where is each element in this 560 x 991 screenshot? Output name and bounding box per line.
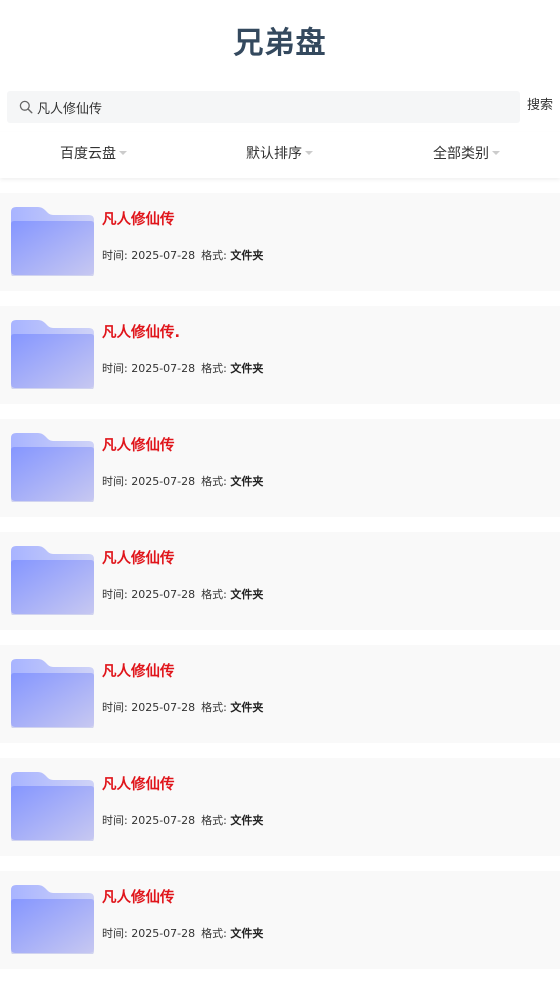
time-label: 时间: xyxy=(102,475,128,488)
format-value: 文件夹 xyxy=(230,588,264,601)
time-value: 2025-07-28 xyxy=(131,814,196,827)
format-label: 格式: xyxy=(201,362,227,375)
caret-down-icon xyxy=(119,151,127,155)
page-title: 兄弟盘 xyxy=(233,26,327,61)
search-bar: 搜索 xyxy=(7,91,560,123)
filter-bar: 百度云盘 默认排序 全部类别 xyxy=(0,132,560,178)
time-label: 时间: xyxy=(102,927,128,940)
item-meta: 时间: 2025-07-28 格式: 文件夹 xyxy=(102,699,263,715)
search-button[interactable]: 搜索 xyxy=(527,91,553,123)
format-label: 格式: xyxy=(201,814,227,827)
list-item[interactable]: 凡人修仙传 时间: 2025-07-28 格式: 文件夹 xyxy=(0,193,560,291)
list-item[interactable]: 凡人修仙传. 时间: 2025-07-28 格式: 文件夹 xyxy=(0,306,560,404)
caret-down-icon xyxy=(492,151,500,155)
folder-icon xyxy=(11,772,94,841)
list-item[interactable]: 凡人修仙传 时间: 2025-07-28 格式: 文件夹 xyxy=(0,758,560,856)
format-value: 文件夹 xyxy=(230,927,264,940)
item-title[interactable]: 凡人修仙传 xyxy=(102,773,175,794)
result-list: 凡人修仙传 时间: 2025-07-28 格式: 文件夹 凡人修仙传. 时间: … xyxy=(0,193,560,984)
format-value: 文件夹 xyxy=(230,814,264,827)
filter-category[interactable]: 全部类别 xyxy=(373,132,560,178)
time-label: 时间: xyxy=(102,814,128,827)
filter-category-label: 全部类别 xyxy=(433,146,489,162)
filter-sort[interactable]: 默认排序 xyxy=(186,132,373,178)
format-value: 文件夹 xyxy=(230,475,264,488)
filter-netdisk[interactable]: 百度云盘 xyxy=(0,132,187,178)
item-title[interactable]: 凡人修仙传 xyxy=(102,886,175,907)
time-value: 2025-07-28 xyxy=(131,701,196,714)
list-item[interactable]: 凡人修仙传 时间: 2025-07-28 格式: 文件夹 xyxy=(0,871,560,969)
list-item[interactable]: 凡人修仙传 时间: 2025-07-28 格式: 文件夹 xyxy=(0,419,560,517)
item-meta: 时间: 2025-07-28 格式: 文件夹 xyxy=(102,473,263,489)
item-meta: 时间: 2025-07-28 格式: 文件夹 xyxy=(102,360,263,376)
item-title[interactable]: 凡人修仙传 xyxy=(102,434,175,455)
search-icon xyxy=(19,100,33,114)
time-value: 2025-07-28 xyxy=(131,927,196,940)
search-input[interactable] xyxy=(37,91,507,123)
format-label: 格式: xyxy=(201,249,227,262)
time-value: 2025-07-28 xyxy=(131,249,196,262)
item-meta: 时间: 2025-07-28 格式: 文件夹 xyxy=(102,925,263,941)
format-label: 格式: xyxy=(201,588,227,601)
time-value: 2025-07-28 xyxy=(131,475,196,488)
folder-icon xyxy=(11,659,94,728)
item-title[interactable]: 凡人修仙传 xyxy=(102,208,175,229)
time-value: 2025-07-28 xyxy=(131,362,196,375)
item-meta: 时间: 2025-07-28 格式: 文件夹 xyxy=(102,586,263,602)
format-value: 文件夹 xyxy=(230,249,264,262)
format-label: 格式: xyxy=(201,475,227,488)
time-label: 时间: xyxy=(102,362,128,375)
folder-icon xyxy=(11,546,94,615)
item-meta: 时间: 2025-07-28 格式: 文件夹 xyxy=(102,247,263,263)
folder-icon xyxy=(11,433,94,502)
item-meta: 时间: 2025-07-28 格式: 文件夹 xyxy=(102,812,263,828)
filter-sort-label: 默认排序 xyxy=(246,146,302,162)
folder-icon xyxy=(11,207,94,276)
format-value: 文件夹 xyxy=(230,701,264,714)
list-item[interactable]: 凡人修仙传 时间: 2025-07-28 格式: 文件夹 xyxy=(0,645,560,743)
time-label: 时间: xyxy=(102,588,128,601)
time-label: 时间: xyxy=(102,249,128,262)
time-value: 2025-07-28 xyxy=(131,588,196,601)
filter-netdisk-label: 百度云盘 xyxy=(60,146,116,162)
folder-icon xyxy=(11,885,94,954)
format-label: 格式: xyxy=(201,701,227,714)
format-value: 文件夹 xyxy=(230,362,264,375)
time-label: 时间: xyxy=(102,701,128,714)
item-title[interactable]: 凡人修仙传 xyxy=(102,660,175,681)
item-title[interactable]: 凡人修仙传. xyxy=(102,321,180,342)
caret-down-icon xyxy=(305,151,313,155)
item-title[interactable]: 凡人修仙传 xyxy=(102,547,175,568)
folder-icon xyxy=(11,320,94,389)
search-box[interactable] xyxy=(7,91,520,123)
format-label: 格式: xyxy=(201,927,227,940)
list-item[interactable]: 凡人修仙传 时间: 2025-07-28 格式: 文件夹 xyxy=(0,532,560,630)
